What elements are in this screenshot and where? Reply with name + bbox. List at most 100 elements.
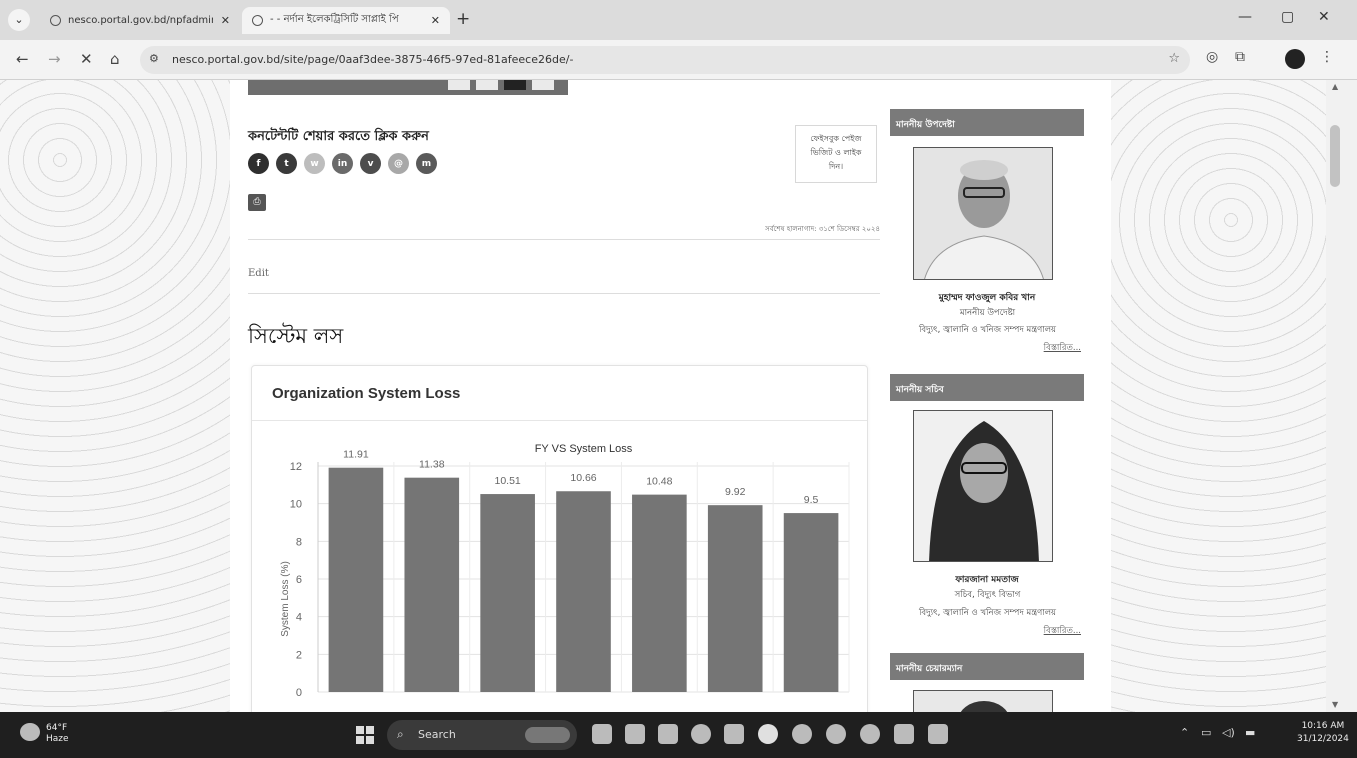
extensions-puzzle-icon[interactable]: ⧉ [1235,49,1245,65]
system-loss-chart: FY VS System Loss 0 2 4 6 8 10 12 System Loss (%… [280,443,850,699]
forward-button[interactable]: → [48,50,61,68]
advisor-role: মাননীয় উপদেষ্টা [959,308,1016,318]
network-icon[interactable]: ▭ [1201,726,1211,739]
app-icon[interactable] [826,724,846,744]
taskbar-clock[interactable]: 10:16 AM 31/12/2024 [1297,720,1349,746]
whatsapp-icon[interactable]: w [304,153,325,174]
secretary-portrait-image [914,411,1052,561]
last-updated: সর্বশেষ হালনাগাদ: ৩১শে ডিসেম্বর ২০২৪ [765,225,880,233]
y-tick-label: 10 [290,499,302,511]
search-icon: ⌕ [397,727,404,741]
chairman-portrait-image [914,691,1052,712]
sidebar-header-advisor: মাননীয় উপদেষ্টা [890,109,1084,136]
page-title: সিস্টেম লস [248,324,344,348]
stop-button[interactable]: ✕ [80,50,93,68]
profile-avatar[interactable] [1285,49,1305,69]
bar [480,494,535,692]
bar [328,467,384,692]
tab-title: - - নর্দান ইলেকট্রিসিটি সাপ্লাই পি [270,14,399,25]
facebook-page-box[interactable]: ফেইসবুক পেইজ ভিজিট ও লাইক দিন। [795,125,877,183]
secretary-role: সচিব, বিদ্যুৎ বিভাগ [954,590,1021,600]
site-info-icon[interactable]: ⚙ [149,52,159,65]
minimize-button[interactable]: — [1238,9,1252,25]
bar [556,491,611,692]
decorative-background-left [0,80,230,712]
facebook-icon[interactable]: f [248,153,269,174]
word-icon[interactable] [928,724,948,744]
app-icon[interactable] [894,724,914,744]
tab-search-dropdown-icon[interactable]: ⌄ [8,9,30,31]
edit-link[interactable]: Edit [248,268,269,279]
close-window-button[interactable]: ✕ [1318,9,1330,25]
windows-start-icon[interactable] [356,726,374,744]
app-icon[interactable] [691,724,711,744]
tab-npfadmin[interactable]: nesco.portal.gov.bd/npfadmin, ✕ [40,7,240,34]
link-icon[interactable]: @ [388,153,409,174]
scroll-thumb[interactable] [1330,125,1340,187]
taskbar-search[interactable]: ⌕ Search [387,720,577,750]
decorative-background-right [1111,80,1326,712]
bar [404,477,460,692]
address-bar[interactable]: ⚙ nesco.portal.gov.bd/site/page/0aaf3dee… [140,46,1190,74]
back-button[interactable]: ← [16,50,29,68]
bar [783,513,839,692]
restore-button[interactable]: ▢ [1281,9,1294,25]
sidebar-header-secretary: মাননীয় সচিব [890,374,1084,401]
extension-icon[interactable]: ◎ [1206,49,1218,65]
secretary-details-link[interactable]: বিস্তারিত... [890,624,1081,638]
menu-kebab-icon[interactable]: ⋮ [1320,49,1334,65]
weather-widget[interactable]: 64°F Haze [46,723,69,745]
viber-icon[interactable]: v [360,153,381,174]
messenger-icon[interactable]: m [416,153,437,174]
y-tick-label: 0 [296,687,302,699]
advisor-name: মুহাম্মদ ফাওজুল কবির খান [938,293,1036,303]
advisor-portrait-image [914,148,1052,279]
sidebar-header-chairman: মাননীয় চেয়ারম্যান [890,653,1084,680]
advisor-ministry: বিদ্যুৎ, জ্বালানি ও খনিজ সম্পদ মন্ত্রণাল… [918,325,1057,335]
url-text[interactable]: nesco.portal.gov.bd/site/page/0aaf3dee-3… [172,53,573,66]
battery-icon[interactable]: ▬ [1245,726,1255,739]
page-viewport: কনটেন্টটি শেয়ার করতে ক্লিক করুন f t w in v @… [0,80,1357,712]
share-title: কনটেন্টটি শেয়ার করতে ক্লিক করুন [248,129,429,144]
bar [707,505,763,692]
advisor-details-link[interactable]: বিস্তারিত... [890,341,1081,355]
bookmark-star-icon[interactable]: ☆ [1168,51,1180,66]
secretary-photo[interactable] [913,410,1053,562]
print-icon[interactable]: ⎙ [248,194,266,211]
tab-title: nesco.portal.gov.bd/npfadmin, [68,15,213,26]
tab-nesco[interactable]: - - নর্দান ইলেকট্রিসিটি সাপ্লাই পি ✕ [242,7,450,34]
close-tab-icon[interactable]: ✕ [431,14,440,27]
close-tab-icon[interactable]: ✕ [221,14,230,27]
file-explorer-icon[interactable] [625,724,645,744]
app-icon[interactable] [724,724,744,744]
bar-value-label: 9.92 [725,486,746,498]
tray-chevron-icon[interactable]: ⌃ [1180,726,1189,739]
scroll-up-arrow[interactable]: ▲ [1332,82,1338,91]
twitter-icon[interactable]: t [276,153,297,174]
advisor-photo[interactable] [913,147,1053,280]
chart-title: FY VS System Loss [535,443,633,455]
chrome-icon[interactable] [758,724,778,744]
page-scrollbar[interactable]: ▲ ▼ [1326,80,1357,712]
app-icon[interactable] [792,724,812,744]
whatsapp-icon[interactable] [860,724,880,744]
bar-value-label: 10.48 [646,476,672,488]
facebook-box-line: ভিজিট ও লাইক [810,148,862,157]
task-view-icon[interactable] [592,724,612,744]
home-icon[interactable]: ⌂ [110,50,120,68]
windows-taskbar: 64°F Haze ⌕ Search ⌃ ▭ ◁) ▬ 10:16 AM 31/… [0,712,1357,758]
y-tick-label: 6 [296,574,302,586]
y-tick-label: 2 [296,649,302,661]
new-tab-button[interactable]: + [456,9,470,29]
scroll-down-arrow[interactable]: ▼ [1332,700,1338,709]
secretary-ministry: বিদ্যুৎ, জ্বালানি ও খনিজ সম্পদ মন্ত্রণাল… [918,608,1057,618]
secretary-name: ফারজানা মমতাজ [955,575,1019,585]
weather-temp: 64°F [46,723,68,733]
chairman-photo[interactable] [913,690,1053,712]
linkedin-icon[interactable]: in [332,153,353,174]
volume-icon[interactable]: ◁) [1222,726,1235,739]
y-tick-label: 8 [296,536,302,548]
search-highlight-image [525,727,570,743]
app-icon[interactable] [658,724,678,744]
weather-icon[interactable] [20,723,40,741]
